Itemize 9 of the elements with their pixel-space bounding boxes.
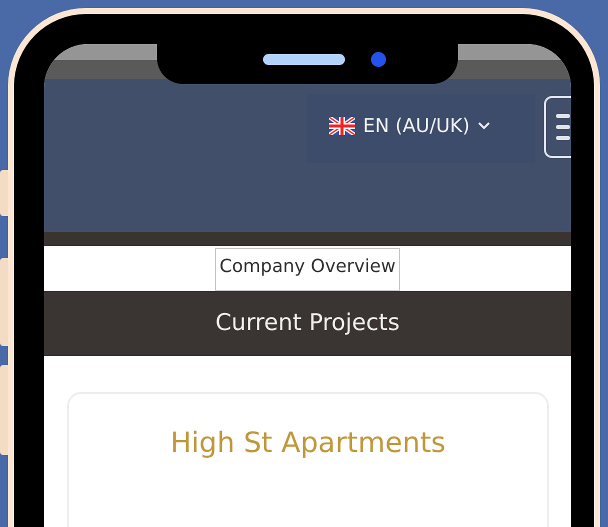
nav-link[interactable]: Company Overview: [215, 248, 400, 291]
section-title: Current Projects: [215, 309, 400, 338]
speaker-icon: [263, 54, 345, 65]
menu-button[interactable]: [544, 96, 571, 158]
flag-icon: [329, 117, 355, 136]
chevron-down-icon: [478, 122, 490, 130]
camera-icon: [371, 52, 386, 67]
language-dropdown[interactable]: EN (AU/UK): [307, 94, 535, 162]
project-title: High St Apartments: [169, 425, 447, 461]
